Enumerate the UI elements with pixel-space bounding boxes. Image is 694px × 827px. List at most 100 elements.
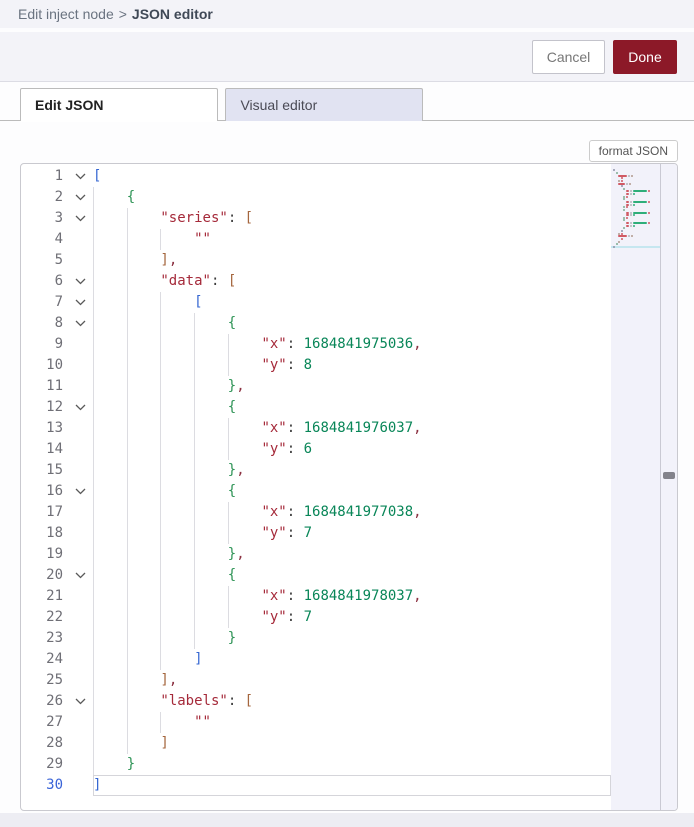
code-line[interactable]: 21"x": 1684841978037, [21,586,611,607]
token-key: "y" [261,609,286,625]
code-line[interactable]: 17"x": 1684841977038, [21,502,611,523]
code-line[interactable]: 11}, [21,376,611,397]
fold-chevron-icon[interactable] [75,278,86,285]
indent-guide [93,607,127,628]
token-b3: [ [245,210,253,226]
code-line[interactable]: 19}, [21,544,611,565]
dialog-button-bar: Cancel Done [0,32,694,82]
code-line[interactable]: 30] [21,775,611,796]
indent-guide [160,712,194,733]
code-line[interactable]: 10"y": 8 [21,355,611,376]
code-line[interactable]: 26"labels": [ [21,691,611,712]
code-line[interactable]: 28] [21,733,611,754]
token-num: 1684841975036 [304,336,414,352]
minimap[interactable] [611,164,661,810]
token-b1: ] [194,651,202,667]
code-line[interactable]: 12{ [21,397,611,418]
done-button[interactable]: Done [613,40,677,74]
fold-control[interactable] [67,565,93,586]
indent-guide [127,544,161,565]
fold-control[interactable] [67,208,93,229]
fold-control[interactable] [67,691,93,712]
fold-chevron-icon[interactable] [75,215,86,222]
indent-guide [93,523,127,544]
code-line[interactable]: 13"x": 1684841976037, [21,418,611,439]
scrollbar[interactable] [661,164,677,810]
tab-visual-editor[interactable]: Visual editor [225,88,423,121]
fold-control[interactable] [67,166,93,187]
indent-guide [93,754,127,775]
token-b2: } [228,546,236,562]
fold-control[interactable] [67,271,93,292]
code-line[interactable]: 6"data": [ [21,271,611,292]
indent-guide [160,397,194,418]
indent-guide [194,439,228,460]
fold-control[interactable] [67,397,93,418]
line-number: 1 [21,166,67,187]
code-line[interactable]: 18"y": 7 [21,523,611,544]
fold-chevron-icon[interactable] [75,320,86,327]
fold-chevron-icon[interactable] [75,194,86,201]
code-line[interactable]: 15}, [21,460,611,481]
fold-control[interactable] [67,481,93,502]
code-line[interactable]: 14"y": 6 [21,439,611,460]
code-line[interactable]: 23} [21,628,611,649]
indent-guide [228,586,262,607]
indent-guide [194,376,228,397]
indent-guide [93,271,127,292]
format-json-button[interactable]: format JSON [589,140,678,162]
fold-control[interactable] [67,187,93,208]
code-line[interactable]: 27"" [21,712,611,733]
code-line[interactable]: 2{ [21,187,611,208]
page-title: JSON editor [132,6,213,22]
code-line[interactable]: 22"y": 7 [21,607,611,628]
token-num: 7 [304,609,312,625]
line-content: [ [93,292,611,313]
line-number: 27 [21,712,67,733]
code-line[interactable]: 9"x": 1684841975036, [21,334,611,355]
indent-guide [127,397,161,418]
token-b1: ] [93,777,101,793]
token-colon: : [287,357,304,373]
code-line[interactable]: 24] [21,649,611,670]
code-line[interactable]: 1[ [21,166,611,187]
fold-chevron-icon[interactable] [75,488,86,495]
line-number: 15 [21,460,67,481]
code-line[interactable]: 7[ [21,292,611,313]
indent-guide [228,502,262,523]
indent-guide [127,712,161,733]
tab-edit-json[interactable]: Edit JSON [20,88,218,121]
fold-control [67,250,93,271]
indent-guide [194,502,228,523]
code-line[interactable]: 29} [21,754,611,775]
indent-guide [160,565,194,586]
code-line[interactable]: 5], [21,250,611,271]
fold-chevron-icon[interactable] [75,173,86,180]
token-b3: [ [245,693,253,709]
code-line[interactable]: 20{ [21,565,611,586]
code-area[interactable]: 1[2{3"series": [4""5],6"data": [7[8{9"x"… [21,164,611,810]
code-editor[interactable]: 1[2{3"series": [4""5],6"data": [7[8{9"x"… [20,163,678,811]
scrollbar-thumb[interactable] [663,472,675,479]
code-line[interactable]: 25], [21,670,611,691]
fold-control [67,628,93,649]
cancel-button[interactable]: Cancel [532,40,605,74]
code-line[interactable]: 4"" [21,229,611,250]
fold-control [67,586,93,607]
indent-guide [93,250,127,271]
code-line[interactable]: 16{ [21,481,611,502]
fold-control[interactable] [67,292,93,313]
token-key: "labels" [160,693,227,709]
fold-chevron-icon[interactable] [75,404,86,411]
fold-control[interactable] [67,313,93,334]
token-comma: , [413,588,421,604]
fold-chevron-icon[interactable] [75,572,86,579]
fold-chevron-icon[interactable] [75,299,86,306]
fold-control [67,523,93,544]
fold-chevron-icon[interactable] [75,698,86,705]
code-line[interactable]: 8{ [21,313,611,334]
code-line[interactable]: 3"series": [ [21,208,611,229]
line-number: 12 [21,397,67,418]
token-colon: : [228,693,245,709]
indent-guide [93,292,127,313]
